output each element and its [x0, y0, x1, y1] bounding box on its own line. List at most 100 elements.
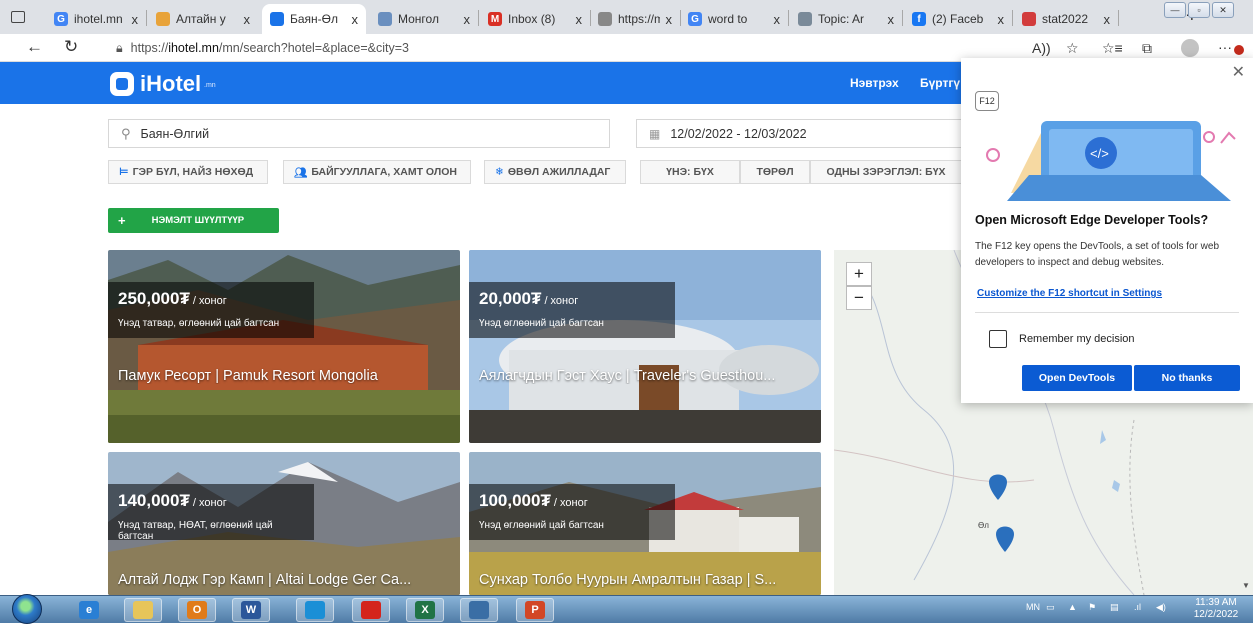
favorites-list-icon[interactable]: ☆≡	[1102, 40, 1123, 57]
tray-expand-icon[interactable]: ▲	[1068, 602, 1077, 612]
taskbar-app-explorer[interactable]	[124, 598, 162, 622]
filter-winter[interactable]: ❄ ӨВӨЛ АЖИЛЛАДАГ	[484, 160, 626, 184]
taskbar-app-ie[interactable]: e	[70, 598, 108, 622]
tab-close-icon[interactable]: x	[464, 12, 471, 27]
date-range-picker[interactable]: ▦ 12/02/2022 - 12/03/2022	[636, 119, 966, 148]
browser-tab[interactable]: Алтайн у x	[148, 4, 258, 34]
taskbar-app-display[interactable]	[460, 598, 498, 622]
scroll-down-arrow[interactable]: ▼	[1242, 581, 1250, 590]
calendar-icon: ▦	[649, 126, 661, 141]
tab-title: stat2022	[1042, 12, 1089, 26]
filter-family[interactable]: ⊨ ГЭР БҮЛ, НАЙЗ НӨХӨД	[108, 160, 268, 184]
listing-title[interactable]: Алтай Лодж Гэр Камп | Altai Lodge Ger Ca…	[118, 572, 450, 588]
tab-favicon-icon	[798, 12, 812, 26]
filter-price[interactable]: ҮНЭ: БҮХ	[640, 160, 740, 184]
edge-icon	[305, 601, 325, 619]
destination-search-input[interactable]: ⚲ Баян-Өлгий	[108, 119, 610, 148]
listing-card[interactable]: 140,000₮ / хоног Үнэд татвар, НӨАТ, өглө…	[108, 452, 460, 595]
map-zoom-out-button[interactable]: −	[846, 286, 872, 310]
tab-title: Алтайн у	[176, 12, 226, 26]
language-indicator[interactable]: MN	[1026, 602, 1040, 612]
taskbar-app-acrobat[interactable]	[352, 598, 390, 622]
address-url: https://ihotel.mn/mn/search?hotel=&place…	[130, 41, 409, 55]
taskbar-app-powerpoint[interactable]: P	[516, 598, 554, 622]
browser-tab[interactable]: Баян-Өл x	[262, 4, 366, 34]
close-window-button[interactable]: ✕	[1212, 2, 1234, 18]
plus-icon: +	[118, 213, 126, 228]
action-center-icon[interactable]: ⚑	[1088, 602, 1096, 613]
browser-tab[interactable]: M Inbox (8) x	[480, 4, 590, 34]
map-zoom-in-button[interactable]: +	[846, 262, 872, 286]
tab-separator	[1118, 10, 1119, 26]
listing-card[interactable]: 20,000₮ / хоног Үнэд өглөөний цай багтса…	[469, 250, 821, 443]
listing-card[interactable]: 250,000₮ / хоног Үнэд татвар, өглөөний ц…	[108, 250, 460, 443]
browser-tab[interactable]: Монгол x	[370, 4, 478, 34]
keyboard-icon[interactable]: ▭	[1046, 602, 1055, 613]
tab-close-icon[interactable]: x	[666, 12, 673, 27]
volume-icon[interactable]: ◀)	[1156, 602, 1166, 613]
system-clock[interactable]: 11:39 AM 12/2/2022	[1182, 597, 1250, 621]
favorite-star-icon[interactable]: ☆	[1066, 40, 1079, 57]
tab-close-icon[interactable]: x	[132, 12, 139, 27]
windows-taskbar: e O W X P MN ▭ ▲ ⚑ ▤ .ıl ◀) 11:39 AM 12/2/20…	[0, 594, 1253, 624]
read-aloud-icon[interactable]: A))	[1032, 40, 1051, 56]
browser-tab[interactable]: stat2022 x	[1014, 4, 1118, 34]
start-button[interactable]	[12, 594, 42, 624]
svg-text:</>: </>	[1090, 146, 1109, 161]
listing-card[interactable]: 100,000₮ / хоног Үнэд өглөөний цай багтс…	[469, 452, 821, 595]
taskbar-app-media[interactable]: O	[178, 598, 216, 622]
close-icon[interactable]: ✕	[1232, 62, 1245, 82]
listing-title[interactable]: Сунхар Толбо Нуурын Амралтын Газар | S..…	[479, 572, 811, 588]
settings-more-button[interactable]: ···	[1218, 39, 1244, 57]
display-icon	[469, 601, 489, 619]
minimize-button[interactable]: —	[1164, 2, 1186, 18]
no-thanks-button[interactable]: No thanks	[1134, 365, 1240, 391]
tab-close-icon[interactable]: x	[888, 12, 895, 27]
browser-tab[interactable]: f (2) Faceb x	[904, 4, 1012, 34]
browser-tab[interactable]: Topic: Ar x	[790, 4, 902, 34]
open-devtools-button[interactable]: Open DevTools	[1022, 365, 1132, 391]
tab-actions-icon[interactable]	[8, 7, 28, 27]
browser-tab[interactable]: https://m x	[590, 4, 680, 34]
browser-tab[interactable]: Gword to x	[680, 4, 788, 34]
filter-stars[interactable]: ОДНЫ ЗЭРЭГЛЭЛ: БҮХ	[810, 160, 962, 184]
tab-close-icon[interactable]: x	[352, 12, 359, 27]
word-icon: W	[241, 601, 261, 619]
snowflake-icon: ❄	[495, 166, 504, 178]
register-link[interactable]: Бүртгү	[920, 76, 960, 90]
filter-company[interactable]: 👥︎ БАЙГУУЛЛАГА, ХАМТ ОЛОН	[283, 160, 471, 184]
customize-shortcut-link[interactable]: Customize the F12 shortcut in Settings	[977, 288, 1162, 299]
signal-icon[interactable]: .ıl	[1134, 602, 1141, 612]
login-link[interactable]: Нэвтрэх	[850, 76, 899, 90]
tab-close-icon[interactable]: x	[774, 12, 781, 27]
tab-title: word to	[708, 12, 748, 26]
collections-icon[interactable]: ⧉	[1142, 40, 1152, 57]
taskbar-app-word[interactable]: W	[232, 598, 270, 622]
network-icon[interactable]: ▤	[1110, 602, 1119, 613]
site-logo[interactable]: iHotel	[110, 70, 201, 98]
media-icon: O	[187, 601, 207, 619]
refresh-icon[interactable]: ↻	[64, 37, 78, 57]
maximize-button[interactable]: ▫	[1188, 2, 1210, 18]
listing-title[interactable]: Памук Ресорт | Pamuk Resort Mongolia	[118, 368, 450, 384]
profile-avatar[interactable]	[1181, 39, 1199, 57]
tab-close-icon[interactable]: x	[244, 12, 251, 27]
group-icon: 👥︎	[294, 166, 308, 179]
address-bar[interactable]: 🔒︎ https://ihotel.mn/mn/search?hotel=&pl…	[100, 37, 990, 59]
back-arrow-icon[interactable]: ←	[26, 37, 43, 57]
taskbar-app-excel[interactable]: X	[406, 598, 444, 622]
tab-title: Баян-Өл	[290, 12, 339, 26]
tab-close-icon[interactable]: x	[1104, 12, 1111, 27]
remember-decision-label: Remember my decision	[1019, 333, 1135, 345]
listing-title[interactable]: Аялагчдын Гэст Хаус | Traveler's Guestho…	[479, 368, 811, 384]
map-place-label: Өл	[978, 521, 989, 530]
tab-close-icon[interactable]: x	[998, 12, 1005, 27]
filter-type[interactable]: ТӨРӨЛ	[740, 160, 810, 184]
taskbar-app-edge[interactable]	[296, 598, 334, 622]
remember-decision-checkbox[interactable]	[989, 330, 1007, 348]
listing-photo	[108, 250, 460, 443]
logo-mark-icon	[110, 72, 134, 96]
more-filters-button[interactable]: + НЭМЭЛТ ШҮҮЛТҮҮР	[108, 208, 279, 233]
tab-close-icon[interactable]: x	[576, 12, 583, 27]
browser-tab[interactable]: Gihotel.mn x	[46, 4, 146, 34]
